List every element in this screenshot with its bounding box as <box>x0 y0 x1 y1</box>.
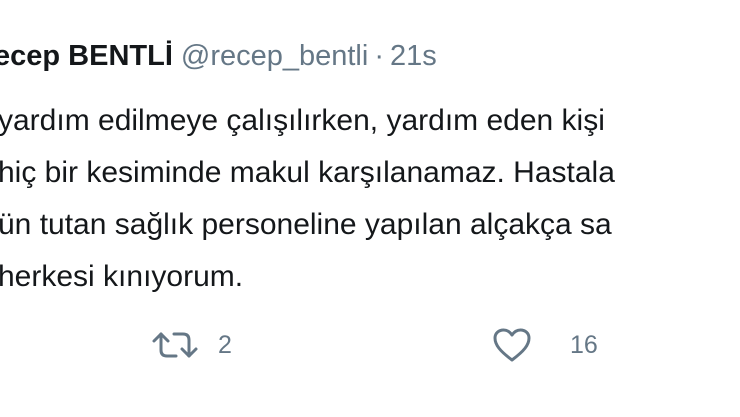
tweet-text-line: herkesi kınıyorum. <box>0 260 244 293</box>
author-handle[interactable]: @recep_bentli <box>181 40 368 72</box>
tweet: ecep BENTLİ @recep_bentli · 21s yardım edil… <box>0 0 740 417</box>
tweet-text-line: ün tutan sağlık personeline yapılan alça… <box>0 208 612 241</box>
tweet-header: ecep BENTLİ @recep_bentli · 21s <box>0 36 437 76</box>
like-button[interactable]: 16 <box>492 322 598 368</box>
author-name[interactable]: ecep BENTLİ <box>0 40 173 72</box>
tweet-timestamp[interactable]: 21s <box>390 40 437 72</box>
heart-icon <box>492 327 532 363</box>
separator-dot: · <box>374 40 384 72</box>
tweet-text-line: hiç bir kesiminde makul karşılanamaz. Ha… <box>0 156 615 189</box>
retweet-button[interactable]: 2 <box>150 322 232 368</box>
tweet-actions: 2 16 <box>0 322 740 368</box>
retweet-icon <box>150 330 200 360</box>
retweet-count: 2 <box>218 330 232 359</box>
tweet-text: yardım edilmeye çalışılırken, yardım ede… <box>0 95 740 303</box>
like-count: 16 <box>570 330 598 359</box>
tweet-text-line: yardım edilmeye çalışılırken, yardım ede… <box>0 104 605 137</box>
